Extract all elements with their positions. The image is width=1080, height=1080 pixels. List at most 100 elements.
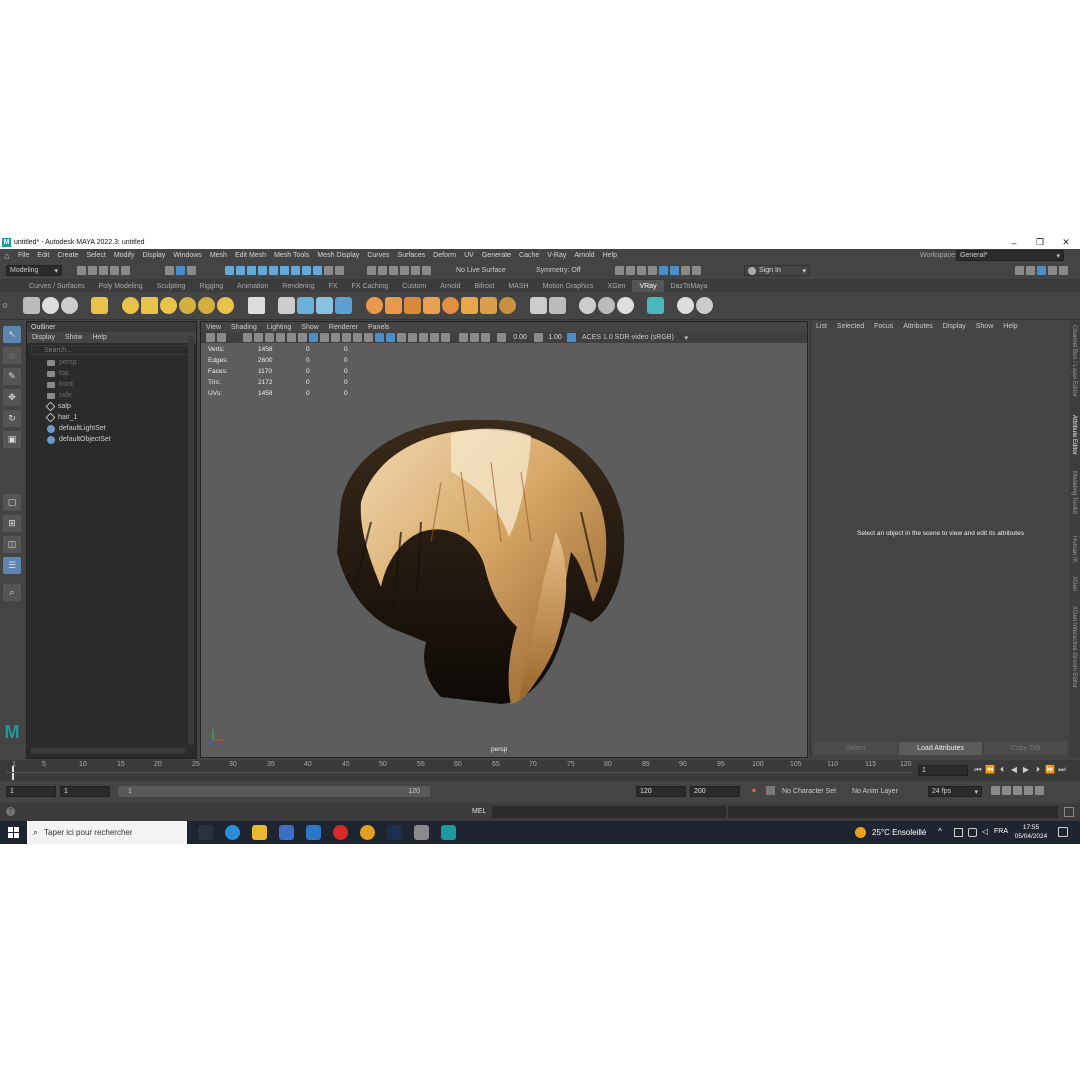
file-explorer-icon[interactable] [252,825,267,840]
menu-generate[interactable]: Generate [478,252,515,259]
menu-display[interactable]: Display [138,252,169,259]
edge-icon[interactable] [225,825,240,840]
weather-label[interactable]: 25°C Ensoleillé [872,828,926,837]
ae-menu-help[interactable]: Help [998,323,1022,330]
save-scene-icon[interactable] [99,266,108,275]
outliner-item-persp[interactable]: persp [27,357,196,368]
outliner-item-front[interactable]: front [27,379,196,390]
outliner-item-default-light-set[interactable]: defaultLightSet [27,423,196,434]
outliner-vertical-scrollbar[interactable] [188,336,194,744]
mask-rendering-icon[interactable] [291,266,300,275]
vray-logo-icon[interactable] [696,297,713,314]
loop-icon[interactable] [991,786,1000,795]
vray-settings-shelf-icon[interactable] [61,297,78,314]
cache-icon[interactable] [1002,786,1011,795]
undo-icon[interactable] [110,266,119,275]
wireframe-on-shaded-icon[interactable] [342,333,351,342]
two-pane-layout-icon[interactable]: ◫ [3,536,21,553]
auto-key-icon[interactable]: ⏺ [752,786,756,796]
channel-box-toggle-icon[interactable] [1059,266,1068,275]
next-key-icon[interactable]: ⏵ [1032,765,1044,775]
ae-load-attributes-button[interactable]: Load Attributes [899,742,982,755]
current-frame-field[interactable]: 1 [918,765,968,776]
ae-menu-attributes[interactable]: Attributes [898,323,938,330]
camera-attributes-icon[interactable] [217,333,226,342]
app-icon[interactable] [414,825,429,840]
menu-modify[interactable]: Modify [110,252,139,259]
range-slider[interactable]: 1 120 [118,786,430,797]
tab-attribute-editor[interactable]: Attribute Editor [1071,415,1077,455]
mask-deformers-icon[interactable] [269,266,278,275]
outliner-item-side[interactable]: side [27,390,196,401]
viewport-menu-panels[interactable]: Panels [363,324,394,331]
vray-toon-icon[interactable] [423,297,440,314]
battery-icon[interactable] [968,828,977,837]
snap-view-icon[interactable] [411,266,420,275]
two-d-pan-icon[interactable] [265,333,274,342]
select-tool-icon[interactable]: ↖ [3,326,21,343]
chevron-up-icon[interactable]: ^ [938,827,942,836]
vray-lister-icon[interactable] [549,297,566,314]
play-backward-icon[interactable]: ◀ [1008,765,1020,775]
scale-tool-icon[interactable]: ▣ [3,431,21,448]
outliner-item-default-object-set[interactable]: defaultObjectSet [27,434,196,445]
maya-taskbar-icon[interactable] [441,825,456,840]
vray-clipper-icon[interactable] [335,297,352,314]
outliner-item-hair-1[interactable]: hair_1 [27,412,196,423]
viewport-menu-show[interactable]: Show [296,324,324,331]
single-pane-layout-icon[interactable]: ▢ [3,494,21,511]
vray-ies-light-icon[interactable] [198,297,215,314]
rotate-tool-icon[interactable]: ↻ [3,410,21,427]
ambient-occlusion-icon[interactable] [386,333,395,342]
hypershade-icon[interactable] [648,266,657,275]
vray-material-icon[interactable] [366,297,383,314]
tab-modeling-toolkit[interactable]: Modeling Toolkit [1071,471,1077,514]
mask-misc-icon[interactable] [302,266,311,275]
tab-xgen-groom-editor[interactable]: XGen Interactive Groom Editor [1071,606,1077,688]
shelf-tab-arnold[interactable]: Arnold [433,280,467,292]
snap-curve-icon[interactable] [378,266,387,275]
volume-icon[interactable]: ◁ [982,827,988,836]
ae-menu-selected[interactable]: Selected [832,323,869,330]
vray-cosmos-icon[interactable] [647,297,664,314]
vray-ipr-icon[interactable] [670,266,679,275]
anim-start-field[interactable]: 1 [60,786,110,797]
anti-aliasing-icon[interactable] [397,333,406,342]
task-view-icon[interactable] [198,825,213,840]
shelf-tab-poly-modeling[interactable]: Poly Modeling [92,280,150,292]
tab-human-ik[interactable]: Human IK [1071,536,1077,563]
lock-icon[interactable] [324,266,333,275]
menu-select[interactable]: Select [82,252,109,259]
close-button[interactable]: ✕ [1054,236,1078,249]
clock[interactable]: 17:55 05/04/2024 [1012,823,1050,841]
menuset-dropdown[interactable]: Modeling ▾ [6,265,62,276]
vray-plane-icon[interactable] [248,297,265,314]
mail-icon[interactable] [306,825,321,840]
shelf-tab-fx-caching[interactable]: FX Caching [345,280,396,292]
ae-menu-display[interactable]: Display [938,323,971,330]
isolate-select-icon[interactable] [408,333,417,342]
prev-key-icon[interactable]: ⏴ [996,765,1008,775]
viewport-menu-lighting[interactable]: Lighting [262,324,297,331]
outliner-search-input[interactable]: Search... [31,345,192,355]
vray-ipr-shelf-icon[interactable] [42,297,59,314]
vray-gear-icon[interactable] [499,297,516,314]
ae-copy-tab-button[interactable]: Copy Tab [984,742,1067,755]
gamma-field[interactable]: 1.00 [544,334,566,341]
go-to-start-icon[interactable]: ⏮ [972,765,984,775]
mask-joints-icon[interactable] [236,266,245,275]
menu-curves[interactable]: Curves [363,252,393,259]
safe-action-icon[interactable] [470,333,479,342]
vray-spheres-icon[interactable] [598,297,615,314]
live-surface-label[interactable]: No Live Surface [456,267,506,274]
open-scene-icon[interactable] [88,266,97,275]
viewport-menu-view[interactable]: View [201,324,226,331]
step-back-icon[interactable]: ⏪ [984,765,996,775]
gamma-icon[interactable] [534,333,543,342]
vray-fur-icon[interactable] [316,297,333,314]
paint-select-tool-icon[interactable]: ✎ [3,368,21,385]
vray-fur-material-icon[interactable] [404,297,421,314]
backface-culling-icon[interactable] [441,333,450,342]
outliner-menu-help[interactable]: Help [87,334,111,341]
outliner-layout-icon[interactable]: ☰ [3,557,21,574]
